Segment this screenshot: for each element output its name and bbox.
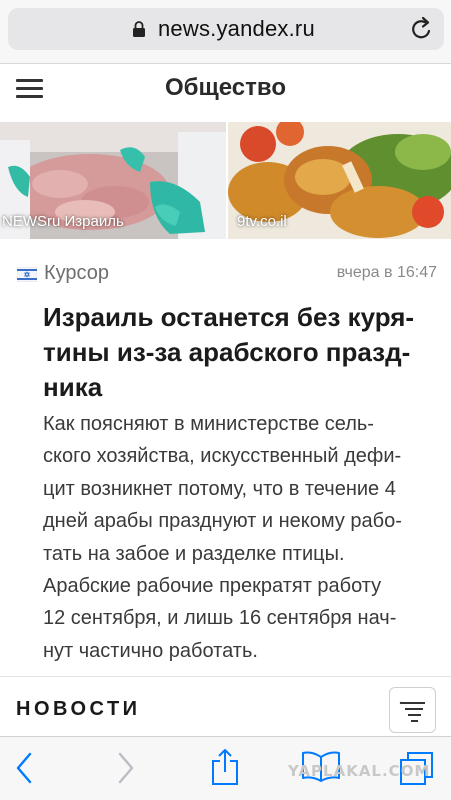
headline-line: тины из-за арабского празд- bbox=[43, 337, 411, 367]
section-divider bbox=[0, 676, 451, 677]
body-line: цит возникнет потому, что в течение 4 bbox=[43, 477, 396, 500]
photo-strip: NEWSru Израиль 9tv.co.il bbox=[0, 122, 451, 239]
body-line: Как поясняют в министерстве сель- bbox=[43, 413, 374, 435]
filter-lines-icon bbox=[399, 701, 425, 722]
headline-line: Израиль останется без куря- bbox=[43, 302, 415, 332]
news-photo-right[interactable]: 9tv.co.il bbox=[228, 122, 451, 239]
site-header: Общество bbox=[0, 64, 451, 118]
url-field[interactable]: news.yandex.ru bbox=[8, 8, 444, 50]
photo-caption: 9tv.co.il bbox=[237, 213, 287, 230]
body-line: ского хозяйства, искусственный дефи- bbox=[43, 445, 402, 468]
reload-icon[interactable] bbox=[410, 16, 434, 42]
browser-address-bar: news.yandex.ru bbox=[0, 0, 451, 64]
section-title: НОВОСТИ bbox=[16, 698, 141, 720]
url-text: news.yandex.ru bbox=[158, 16, 315, 41]
body-line: дней арабы празднуют и некому рабо- bbox=[43, 510, 402, 533]
article-source-row: Курсор вчера в 16:47 bbox=[17, 262, 437, 288]
article-headline[interactable]: Израиль останется без куря- тины из-за а… bbox=[43, 300, 435, 405]
body-line: 12 сентября, и лишь 16 сентября нач- bbox=[43, 607, 397, 630]
article-body: Как поясняют в министерстве сель- ского … bbox=[43, 408, 443, 667]
lock-icon bbox=[133, 21, 145, 37]
body-line: Арабские рабочие прекратят работу bbox=[43, 575, 382, 598]
body-line: нут частично работать. bbox=[43, 639, 258, 662]
watermark: YAPLAKAL.COM bbox=[288, 762, 431, 780]
page-title: Общество bbox=[165, 74, 286, 101]
photo-caption: NEWSru Израиль bbox=[2, 213, 124, 230]
body-line: тать на забое и разделке птицы. bbox=[43, 542, 345, 565]
source-name[interactable]: Курсор bbox=[44, 262, 109, 285]
headline-line: ника bbox=[43, 372, 103, 402]
news-photo-left[interactable]: NEWSru Израиль bbox=[0, 122, 226, 239]
forward-icon[interactable] bbox=[116, 751, 136, 785]
share-icon[interactable] bbox=[209, 747, 241, 787]
filter-button[interactable] bbox=[389, 687, 436, 733]
israel-flag-icon bbox=[17, 267, 37, 282]
timestamp: вчера в 16:47 bbox=[336, 264, 437, 281]
back-icon[interactable] bbox=[14, 751, 34, 785]
